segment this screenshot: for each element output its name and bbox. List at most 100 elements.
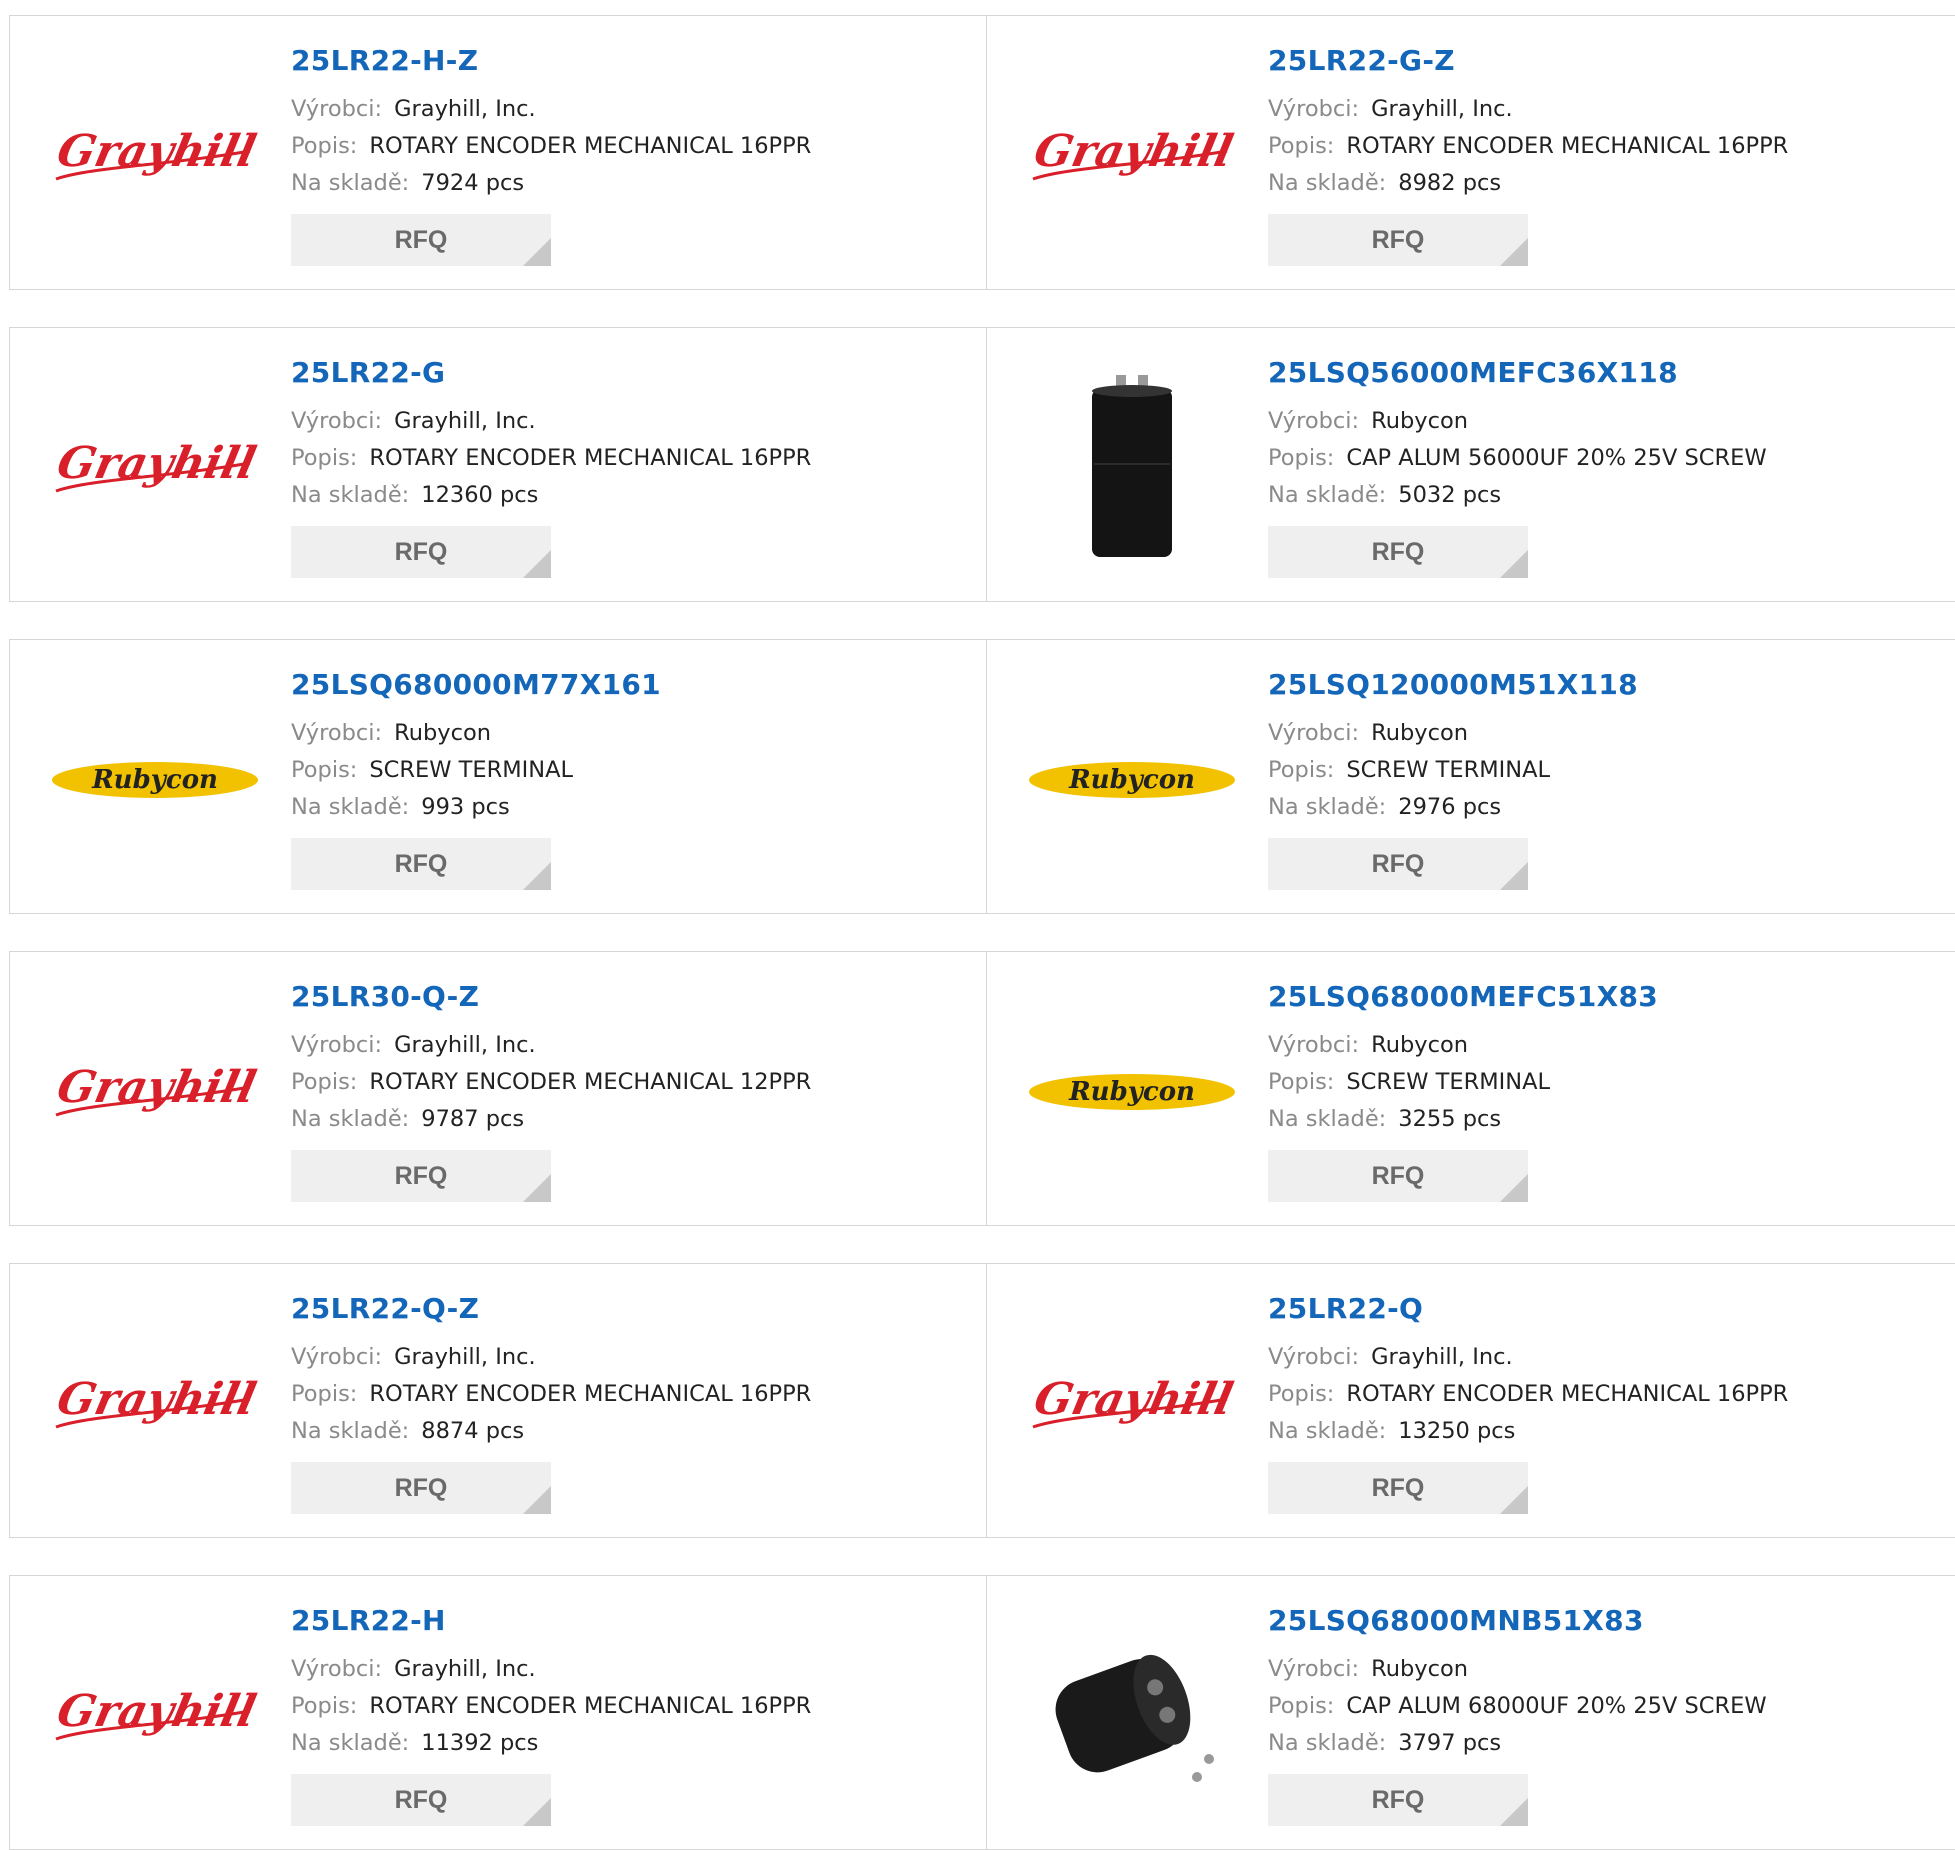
description-label: Popis:	[291, 133, 358, 159]
description-value: ROTARY ENCODER MECHANICAL 16PPR	[1346, 133, 1789, 159]
manufacturer-value: Grayhill, Inc.	[394, 1032, 536, 1058]
stock-row: Na skladě: 12360 pcs	[291, 477, 811, 514]
description-label: Popis:	[1268, 133, 1335, 159]
svg-text:Grayhill: Grayhill	[1030, 125, 1237, 176]
manufacturer-row: Výrobci: Rubycon	[1268, 403, 1767, 440]
manufacturer-label: Výrobci:	[1268, 1344, 1360, 1370]
corner-triangle-icon	[1500, 1486, 1528, 1514]
grayhill-logo-icon: Grayhill	[53, 1685, 260, 1741]
manufacturer-value: Grayhill, Inc.	[394, 96, 536, 122]
rfq-label: RFQ	[394, 225, 448, 254]
manufacturer-image[interactable]: Rubycon	[1017, 720, 1247, 840]
description-label: Popis:	[1268, 1069, 1335, 1095]
product-info: 25LR22-Q Výrobci: Grayhill, Inc. Popis: RO…	[1268, 1292, 1788, 1514]
part-number-link[interactable]: 25LSQ68000MEFC51X83	[1268, 980, 1658, 1013]
manufacturer-label: Výrobci:	[291, 96, 383, 122]
stock-label: Na skladě:	[1268, 1730, 1387, 1756]
manufacturer-label: Výrobci:	[1268, 1656, 1360, 1682]
description-value: CAP ALUM 68000UF 20% 25V SCREW	[1346, 1693, 1767, 1719]
part-number-link[interactable]: 25LR22-Q-Z	[291, 1292, 811, 1325]
manufacturer-row: Výrobci: Grayhill, Inc.	[291, 91, 811, 128]
manufacturer-row: Výrobci: Grayhill, Inc.	[1268, 91, 1788, 128]
description-row: Popis: ROTARY ENCODER MECHANICAL 16PPR	[291, 440, 811, 477]
stock-label: Na skladě:	[291, 1730, 410, 1756]
product-card: Grayhill 25LR22-Q-Z Výrobci: Grayhill, In…	[9, 1263, 987, 1538]
description-value: ROTARY ENCODER MECHANICAL 16PPR	[369, 133, 812, 159]
stock-row: Na skladě: 993 pcs	[291, 789, 661, 826]
manufacturer-image[interactable]: Grayhill	[40, 96, 270, 216]
manufacturer-label: Výrobci:	[291, 720, 383, 746]
part-number-link[interactable]: 25LR22-H	[291, 1604, 811, 1637]
manufacturer-image[interactable]: Rubycon	[40, 720, 270, 840]
part-number-link[interactable]: 25LR30-Q-Z	[291, 980, 811, 1013]
manufacturer-image[interactable]: Grayhill	[1017, 96, 1247, 216]
description-value: ROTARY ENCODER MECHANICAL 16PPR	[369, 445, 812, 471]
product-card: Rubycon 25LSQ68000MEFC51X83 Výrobci: Ruby…	[987, 951, 1955, 1226]
corner-triangle-icon	[523, 238, 551, 266]
rfq-label: RFQ	[1371, 1161, 1425, 1190]
product-card: Grayhill 25LR22-Q Výrobci: Grayhill, Inc.…	[987, 1263, 1955, 1538]
corner-triangle-icon	[1500, 550, 1528, 578]
rfq-button[interactable]: RFQ	[1268, 838, 1528, 890]
product-card: 25LSQ56000MEFC36X118 Výrobci: Rubycon Pop…	[987, 327, 1955, 602]
corner-triangle-icon	[523, 862, 551, 890]
manufacturer-image[interactable]: Grayhill	[40, 1656, 270, 1776]
part-number-link[interactable]: 25LSQ68000MNB51X83	[1268, 1604, 1767, 1637]
manufacturer-row: Výrobci: Grayhill, Inc.	[291, 1027, 811, 1064]
part-number-link[interactable]: 25LSQ120000M51X118	[1268, 668, 1638, 701]
rfq-label: RFQ	[394, 537, 448, 566]
product-info: 25LSQ120000M51X118 Výrobci: Rubycon Popis…	[1268, 668, 1638, 890]
product-card: Grayhill 25LR30-Q-Z Výrobci: Grayhill, In…	[9, 951, 987, 1226]
part-number-link[interactable]: 25LR22-G-Z	[1268, 44, 1788, 77]
svg-text:Grayhill: Grayhill	[53, 1685, 260, 1736]
rfq-button[interactable]: RFQ	[1268, 526, 1528, 578]
product-card: Grayhill 25LR22-G-Z Výrobci: Grayhill, In…	[987, 15, 1955, 290]
description-label: Popis:	[291, 1381, 358, 1407]
description-row: Popis: CAP ALUM 56000UF 20% 25V SCREW	[1268, 440, 1767, 477]
stock-row: Na skladě: 3255 pcs	[1268, 1101, 1658, 1138]
rfq-button[interactable]: RFQ	[291, 526, 551, 578]
manufacturer-image[interactable]: Rubycon	[1017, 1032, 1247, 1152]
part-number-link[interactable]: 25LSQ680000M77X161	[291, 668, 661, 701]
rfq-button[interactable]: RFQ	[1268, 214, 1528, 266]
rfq-button[interactable]: RFQ	[291, 1462, 551, 1514]
corner-triangle-icon	[523, 550, 551, 578]
manufacturer-value: Rubycon	[1371, 1032, 1469, 1058]
manufacturer-image[interactable]	[1017, 1654, 1247, 1782]
rfq-button[interactable]: RFQ	[1268, 1774, 1528, 1826]
manufacturer-image[interactable]: Grayhill	[40, 408, 270, 528]
description-value: SCREW TERMINAL	[1346, 757, 1551, 783]
corner-triangle-icon	[1500, 238, 1528, 266]
rfq-button[interactable]: RFQ	[1268, 1150, 1528, 1202]
manufacturer-image[interactable]: Grayhill	[40, 1032, 270, 1152]
rfq-button[interactable]: RFQ	[291, 838, 551, 890]
manufacturer-image[interactable]	[1017, 375, 1247, 557]
part-number-link[interactable]: 25LR22-H-Z	[291, 44, 811, 77]
stock-value: 5032 pcs	[1398, 482, 1502, 508]
description-row: Popis: SCREW TERMINAL	[1268, 752, 1638, 789]
rfq-button[interactable]: RFQ	[291, 1774, 551, 1826]
product-info: 25LR22-Q-Z Výrobci: Grayhill, Inc. Popis:…	[291, 1292, 811, 1514]
part-number-link[interactable]: 25LSQ56000MEFC36X118	[1268, 356, 1767, 389]
rfq-button[interactable]: RFQ	[291, 1150, 551, 1202]
rfq-button[interactable]: RFQ	[291, 214, 551, 266]
description-row: Popis: SCREW TERMINAL	[1268, 1064, 1658, 1101]
manufacturer-row: Výrobci: Rubycon	[1268, 1651, 1767, 1688]
product-card: 25LSQ68000MNB51X83 Výrobci: Rubycon Popis…	[987, 1575, 1955, 1850]
rfq-button[interactable]: RFQ	[1268, 1462, 1528, 1514]
stock-row: Na skladě: 11392 pcs	[291, 1725, 811, 1762]
description-label: Popis:	[291, 757, 358, 783]
product-info: 25LR30-Q-Z Výrobci: Grayhill, Inc. Popis:…	[291, 980, 811, 1202]
stock-value: 13250 pcs	[1398, 1418, 1516, 1444]
svg-text:Rubycon: Rubycon	[1068, 765, 1195, 795]
manufacturer-value: Grayhill, Inc.	[394, 1656, 536, 1682]
manufacturer-row: Výrobci: Grayhill, Inc.	[1268, 1339, 1788, 1376]
manufacturer-image[interactable]: Grayhill	[1017, 1344, 1247, 1464]
part-number-link[interactable]: 25LR22-Q	[1268, 1292, 1788, 1325]
product-info: 25LR22-G Výrobci: Grayhill, Inc. Popis: RO…	[291, 356, 811, 578]
manufacturer-image[interactable]: Grayhill	[40, 1344, 270, 1464]
description-row: Popis: ROTARY ENCODER MECHANICAL 16PPR	[1268, 128, 1788, 165]
description-row: Popis: ROTARY ENCODER MECHANICAL 12PPR	[291, 1064, 811, 1101]
part-number-link[interactable]: 25LR22-G	[291, 356, 811, 389]
capacitor-photo-icon	[1092, 375, 1172, 557]
